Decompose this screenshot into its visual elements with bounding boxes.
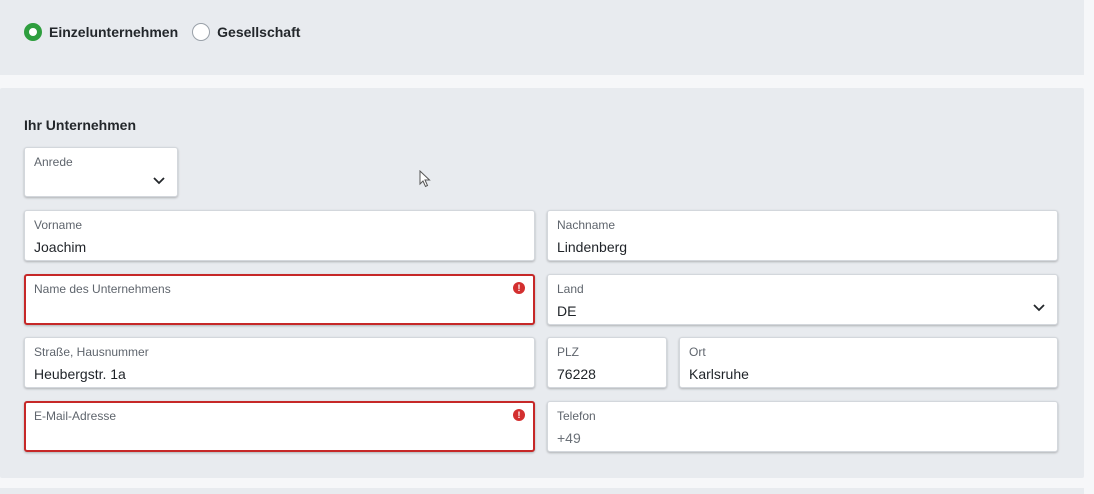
country-select[interactable]: Land DE xyxy=(547,274,1058,325)
email-field[interactable]: E-Mail-Adresse ! xyxy=(24,401,535,452)
last-name-field[interactable]: Nachname Lindenberg xyxy=(547,210,1058,261)
radio-einzelunternehmen[interactable]: Einzelunternehmen xyxy=(24,23,178,41)
last-name-label: Nachname xyxy=(557,218,616,232)
radio-checked-icon[interactable] xyxy=(24,23,42,41)
phone-label: Telefon xyxy=(557,409,596,423)
company-name-label: Name des Unternehmens xyxy=(34,282,171,296)
next-panel-edge xyxy=(0,488,1084,494)
street-label: Straße, Hausnummer xyxy=(34,345,149,359)
street-field[interactable]: Straße, Hausnummer Heubergstr. 1a xyxy=(24,337,535,388)
phone-field[interactable]: Telefon +49 xyxy=(547,401,1058,452)
radio-unchecked-icon[interactable] xyxy=(192,23,211,41)
zip-value: 76228 xyxy=(557,366,596,382)
city-label: Ort xyxy=(689,345,706,359)
salutation-select[interactable]: Anrede xyxy=(24,147,178,197)
first-name-value: Joachim xyxy=(34,239,87,255)
city-field[interactable]: Ort Karlsruhe xyxy=(679,337,1058,388)
chevron-down-icon xyxy=(1033,304,1045,312)
company-type-radio-group: Einzelunternehmen Gesellschaft xyxy=(24,23,314,41)
chevron-down-icon xyxy=(153,177,165,185)
zip-label: PLZ xyxy=(557,345,580,359)
company-name-field[interactable]: Name des Unternehmens ! xyxy=(24,274,535,325)
first-name-label: Vorname xyxy=(34,218,83,232)
street-value: Heubergstr. 1a xyxy=(34,366,126,382)
city-value: Karlsruhe xyxy=(689,366,749,382)
last-name-value: Lindenberg xyxy=(557,239,628,255)
mouse-cursor-icon xyxy=(419,170,431,188)
radio-label-gesellschaft: Gesellschaft xyxy=(217,24,301,40)
phone-placeholder: +49 xyxy=(557,430,581,446)
country-label: Land xyxy=(557,282,584,296)
error-alert-icon: ! xyxy=(513,409,525,421)
email-label: E-Mail-Adresse xyxy=(34,409,117,423)
salutation-label: Anrede xyxy=(34,155,73,169)
radio-gesellschaft[interactable]: Gesellschaft xyxy=(192,23,300,41)
section-title: Ihr Unternehmen xyxy=(24,117,137,133)
error-alert-icon: ! xyxy=(513,282,525,294)
first-name-field[interactable]: Vorname Joachim xyxy=(24,210,535,261)
radio-label-einzelunternehmen: Einzelunternehmen xyxy=(49,24,179,40)
zip-field[interactable]: PLZ 76228 xyxy=(547,337,667,388)
country-value: DE xyxy=(557,303,577,319)
